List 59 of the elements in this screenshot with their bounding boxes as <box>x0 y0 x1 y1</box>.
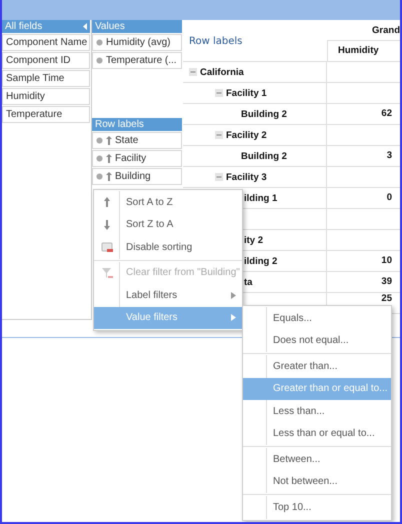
dot-icon <box>96 137 103 144</box>
panel-title: Row labels <box>95 118 144 131</box>
field-label: Facility <box>115 152 146 166</box>
row-label: Facility 2 <box>226 130 267 140</box>
menu-item[interactable]: Between... <box>243 448 391 470</box>
field-item[interactable]: Component ID <box>2 52 90 69</box>
column-header: Humidity <box>327 40 400 61</box>
dot-icon <box>96 39 103 46</box>
collapse-toggle-icon[interactable] <box>189 68 197 76</box>
row-label: ilding 1 <box>244 192 278 204</box>
collapse-toggle-icon[interactable] <box>215 89 223 97</box>
panel-title: All fields <box>5 20 42 33</box>
row-label: Facility 1 <box>226 88 267 98</box>
row-label: Building 2 <box>241 108 287 120</box>
row-label: ity 2 <box>244 234 264 246</box>
menu-item[interactable]: Sort A to Z <box>94 191 242 214</box>
row-label: Building 2 <box>241 150 287 162</box>
field-label: State <box>115 134 138 148</box>
row-field-item[interactable]: Facility <box>92 150 182 167</box>
collapse-icon[interactable] <box>83 23 87 30</box>
field-item[interactable]: Sample Time <box>2 70 90 87</box>
value-cell-text: 39 <box>380 275 393 289</box>
menu-item[interactable]: Sort Z to A <box>94 214 242 236</box>
dot-icon <box>96 57 103 64</box>
field-item[interactable]: Temperature <box>2 106 90 123</box>
column-header: Grand <box>371 24 400 38</box>
panel-title: Values <box>95 20 125 33</box>
row-label: Facility 3 <box>226 172 267 182</box>
collapse-toggle-icon[interactable] <box>215 173 223 181</box>
field-label: Temperature (... <box>106 54 177 68</box>
row-label: California <box>200 66 244 78</box>
menu-item[interactable]: Equals... <box>243 307 391 330</box>
row-label: ta <box>244 276 252 288</box>
row-label: ilding 2 <box>244 256 278 266</box>
collapse-toggle-icon[interactable] <box>215 131 223 139</box>
value-cell-text: 3 <box>386 149 393 163</box>
value-cell-text: 0 <box>386 191 393 205</box>
disable-sort-icon <box>100 241 112 254</box>
dot-icon <box>96 155 103 162</box>
field-label: Building <box>115 170 151 184</box>
menu-item[interactable]: Disable sorting <box>94 236 242 258</box>
value-cell-text: 25 <box>380 293 393 306</box>
value-field-item[interactable]: Temperature (... <box>92 52 182 69</box>
filter-icon <box>100 266 112 279</box>
menu-item[interactable]: Does not equal... <box>243 330 391 352</box>
row-field-item[interactable]: State <box>92 132 182 149</box>
value-field-item[interactable]: Humidity (avg) <box>92 34 182 51</box>
dot-icon <box>96 173 103 180</box>
field-label: Humidity (avg) <box>106 36 170 50</box>
menu-item[interactable]: Not between... <box>243 470 391 493</box>
menu-item[interactable]: Top 10... <box>243 496 391 518</box>
row-field-item[interactable]: Building <box>92 168 182 185</box>
menu-item[interactable]: Less than or equal to... <box>243 422 391 445</box>
value-cell-text: 62 <box>380 107 393 121</box>
field-item[interactable]: Humidity <box>2 88 90 105</box>
field-item[interactable]: Component Name <box>2 34 90 51</box>
row-labels-heading: Row labels <box>188 35 244 49</box>
menu-item[interactable]: Less than... <box>243 400 391 422</box>
value-cell-text: 10 <box>380 254 393 268</box>
